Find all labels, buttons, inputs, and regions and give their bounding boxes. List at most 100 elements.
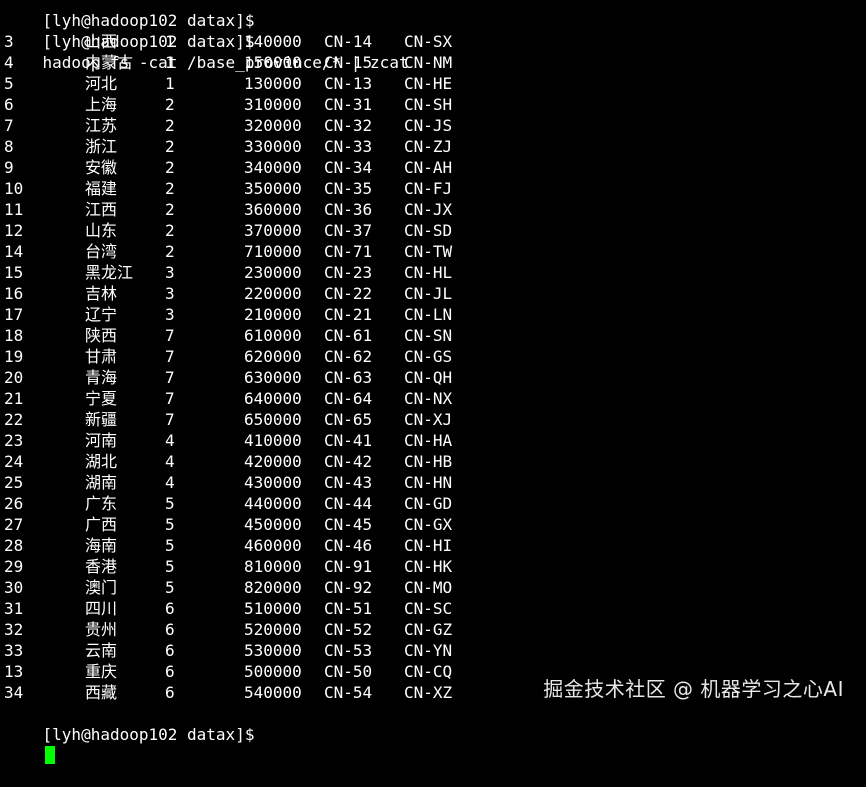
output-row: 3 山西 1 140000 CN-14 CN-SX <box>0 31 866 52</box>
output-row: 26 广东 5 440000 CN-44 CN-GD <box>0 493 866 514</box>
province-name: 广西 <box>85 515 118 534</box>
iso-code-2: CN-HL <box>404 263 453 282</box>
region-id: 2 <box>165 137 175 156</box>
output-row: 33 云南 6 530000 CN-53 CN-YN <box>0 640 866 661</box>
region-id: 4 <box>165 452 175 471</box>
iso-code: CN-34 <box>324 158 373 177</box>
iso-code-2: CN-JS <box>404 116 453 135</box>
region-id: 5 <box>165 578 175 597</box>
output-row: 10 福建 2 350000 CN-35 CN-FJ <box>0 178 866 199</box>
region-id: 2 <box>165 116 175 135</box>
output-row: 20 青海 7 630000 CN-63 CN-QH <box>0 367 866 388</box>
row-id: 31 <box>4 599 24 618</box>
iso-code: CN-37 <box>324 221 373 240</box>
row-id: 8 <box>4 137 14 156</box>
row-id: 22 <box>4 410 24 429</box>
region-id: 7 <box>165 368 175 387</box>
output-row: 17 辽宁 3 210000 CN-21 CN-LN <box>0 304 866 325</box>
row-id: 15 <box>4 263 24 282</box>
iso-code: CN-32 <box>324 116 373 135</box>
area-code: 540000 <box>244 683 302 702</box>
row-id: 32 <box>4 620 24 639</box>
iso-code: CN-31 <box>324 95 373 114</box>
iso-code: CN-46 <box>324 536 373 555</box>
area-code: 620000 <box>244 347 302 366</box>
output-row: 27 广西 5 450000 CN-45 CN-GX <box>0 514 866 535</box>
command-line: [lyh@hadoop102 datax]$ hadoop fs -cat /b… <box>0 10 866 72</box>
region-id: 2 <box>165 179 175 198</box>
output-row: 29 香港 5 810000 CN-91 CN-HK <box>0 556 866 577</box>
area-code: 320000 <box>244 116 302 135</box>
region-id: 2 <box>165 158 175 177</box>
output-row: 18 陕西 7 610000 CN-61 CN-SN <box>0 325 866 346</box>
iso-code: CN-54 <box>324 683 373 702</box>
region-id: 5 <box>165 515 175 534</box>
row-id: 6 <box>4 95 14 114</box>
province-name: 安徽 <box>85 158 118 177</box>
area-code: 150000 <box>244 53 302 72</box>
iso-code: CN-15 <box>324 53 373 72</box>
iso-code-2: CN-GD <box>404 494 453 513</box>
area-code: 210000 <box>244 305 302 324</box>
iso-code: CN-92 <box>324 578 373 597</box>
area-code: 370000 <box>244 221 302 240</box>
row-id: 33 <box>4 641 24 660</box>
area-code: 640000 <box>244 389 302 408</box>
area-code: 460000 <box>244 536 302 555</box>
iso-code: CN-35 <box>324 179 373 198</box>
area-code: 450000 <box>244 515 302 534</box>
output-row: 30 澳门 5 820000 CN-92 CN-MO <box>0 577 866 598</box>
iso-code: CN-45 <box>324 515 373 534</box>
province-name: 江西 <box>85 200 118 219</box>
final-prompt: [lyh@hadoop102 datax]$ <box>42 725 255 744</box>
region-id: 3 <box>165 284 175 303</box>
province-name: 广东 <box>85 494 118 513</box>
province-name: 宁夏 <box>85 389 118 408</box>
terminal-output[interactable]: [lyh@hadoop102 datax]$ [lyh@hadoop102 da… <box>0 0 866 764</box>
province-name: 香港 <box>85 557 118 576</box>
area-code: 220000 <box>244 284 302 303</box>
row-id: 26 <box>4 494 24 513</box>
row-id: 11 <box>4 200 24 219</box>
row-id: 4 <box>4 53 14 72</box>
iso-code-2: CN-HN <box>404 473 453 492</box>
output-rows: 3 山西 1 140000 CN-14 CN-SX 4 内蒙古 1 150000 CN-15 CN-N… <box>0 31 866 703</box>
region-id: 3 <box>165 263 175 282</box>
region-id: 2 <box>165 221 175 240</box>
iso-code-2: CN-NM <box>404 53 453 72</box>
iso-code-2: CN-YN <box>404 641 453 660</box>
output-row: 19 甘肃 7 620000 CN-62 CN-GS <box>0 346 866 367</box>
area-code: 350000 <box>244 179 302 198</box>
region-id: 6 <box>165 599 175 618</box>
area-code: 410000 <box>244 431 302 450</box>
output-row: 5 河北 1 130000 CN-13 CN-HE <box>0 73 866 94</box>
iso-code: CN-42 <box>324 452 373 471</box>
province-name: 吉林 <box>85 284 118 303</box>
row-id: 34 <box>4 683 24 702</box>
iso-code: CN-36 <box>324 200 373 219</box>
iso-code: CN-50 <box>324 662 373 681</box>
province-name: 河南 <box>85 431 118 450</box>
province-name: 浙江 <box>85 137 118 156</box>
iso-code: CN-43 <box>324 473 373 492</box>
region-id: 3 <box>165 305 175 324</box>
region-id: 4 <box>165 473 175 492</box>
row-id: 21 <box>4 389 24 408</box>
iso-code: CN-61 <box>324 326 373 345</box>
province-name: 江苏 <box>85 116 118 135</box>
region-id: 7 <box>165 389 175 408</box>
province-name: 青海 <box>85 368 118 387</box>
region-id: 6 <box>165 641 175 660</box>
iso-code-2: CN-SH <box>404 95 453 114</box>
iso-code-2: CN-TW <box>404 242 453 261</box>
iso-code-2: CN-ZJ <box>404 137 453 156</box>
row-id: 24 <box>4 452 24 471</box>
region-id: 2 <box>165 95 175 114</box>
row-id: 14 <box>4 242 24 261</box>
iso-code-2: CN-SN <box>404 326 453 345</box>
iso-code-2: CN-JL <box>404 284 453 303</box>
area-code: 650000 <box>244 410 302 429</box>
province-name: 湖北 <box>85 452 118 471</box>
area-code: 440000 <box>244 494 302 513</box>
area-code: 810000 <box>244 557 302 576</box>
